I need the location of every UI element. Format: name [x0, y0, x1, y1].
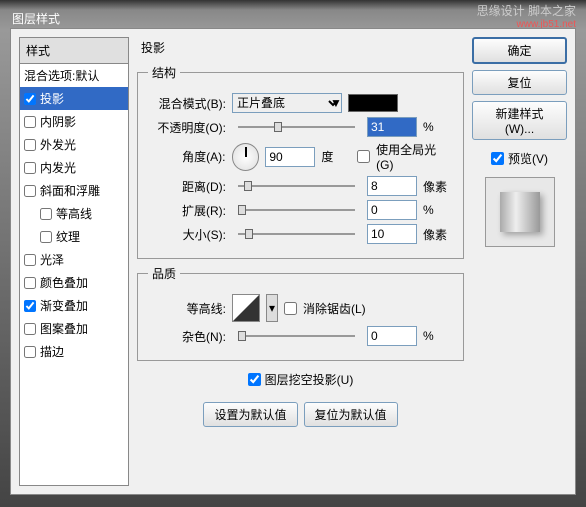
spread-slider[interactable] — [238, 209, 355, 211]
ok-button[interactable]: 确定 — [472, 37, 567, 64]
sidebar-item-label: 描边 — [40, 343, 64, 360]
sidebar-item-label: 光泽 — [40, 251, 64, 268]
sidebar-item-3[interactable]: 外发光 — [20, 133, 128, 156]
sidebar-item-5[interactable]: 斜面和浮雕 — [20, 179, 128, 202]
panel-title: 投影 — [137, 37, 464, 58]
sidebar-checkbox-11[interactable] — [24, 323, 36, 335]
size-slider[interactable] — [238, 233, 355, 235]
sidebar-item-4[interactable]: 内发光 — [20, 156, 128, 179]
sidebar-item-8[interactable]: 光泽 — [20, 248, 128, 271]
sidebar-item-label: 纹理 — [56, 228, 80, 245]
reset-button[interactable]: 复位 — [472, 70, 567, 95]
sidebar-checkbox-12[interactable] — [24, 346, 36, 358]
sidebar-item-label: 图案叠加 — [40, 320, 88, 337]
sidebar-item-label: 内阴影 — [40, 113, 76, 130]
opacity-label: 不透明度(O): — [148, 119, 226, 136]
preview-sample — [500, 192, 540, 232]
sidebar-item-6[interactable]: 等高线 — [20, 202, 128, 225]
angle-unit: 度 — [321, 148, 351, 165]
sidebar-item-label: 投影 — [40, 90, 64, 107]
preview-label: 预览(V) — [508, 150, 548, 167]
sidebar-item-11[interactable]: 图案叠加 — [20, 317, 128, 340]
preview-checkbox[interactable] — [491, 152, 504, 165]
sidebar-checkbox-7[interactable] — [40, 231, 52, 243]
quality-group: 品质 等高线: ▾ 消除锯齿(L) 杂色(N): % — [137, 265, 464, 361]
opacity-input[interactable] — [367, 117, 417, 137]
right-panel: 确定 复位 新建样式(W)... 预览(V) — [472, 37, 567, 486]
reset-default-button[interactable]: 复位为默认值 — [304, 402, 398, 427]
sidebar-item-7[interactable]: 纹理 — [20, 225, 128, 248]
size-unit: 像素 — [423, 226, 453, 243]
global-light-label: 使用全局光(G) — [376, 141, 453, 172]
noise-input[interactable] — [367, 326, 417, 346]
sidebar-item-label: 渐变叠加 — [40, 297, 88, 314]
sidebar-checkbox-6[interactable] — [40, 208, 52, 220]
distance-label: 距离(D): — [148, 178, 226, 195]
watermark: 思缘设计 脚本之家 www.jb51.net — [477, 2, 576, 30]
spread-unit: % — [423, 203, 453, 217]
sidebar-item-label: 混合选项:默认 — [24, 67, 99, 84]
quality-legend: 品质 — [148, 265, 180, 282]
main-panel: 投影 结构 混合模式(B): 正片叠底 ▼ 不透明度(O): % 角度(A): — [137, 37, 464, 486]
sidebar-item-10[interactable]: 渐变叠加 — [20, 294, 128, 317]
sidebar-item-12[interactable]: 描边 — [20, 340, 128, 363]
noise-unit: % — [423, 329, 453, 343]
contour-label: 等高线: — [148, 300, 226, 317]
preview-box — [485, 177, 555, 247]
blend-mode-select[interactable]: 正片叠底 — [232, 93, 342, 113]
structure-legend: 结构 — [148, 64, 180, 81]
distance-unit: 像素 — [423, 178, 453, 195]
blend-mode-label: 混合模式(B): — [148, 95, 226, 112]
angle-label: 角度(A): — [148, 148, 226, 165]
sidebar-item-label: 内发光 — [40, 159, 76, 176]
new-style-button[interactable]: 新建样式(W)... — [472, 101, 567, 140]
sidebar-header: 样式 — [20, 38, 128, 64]
knockout-checkbox[interactable] — [248, 373, 261, 386]
sidebar-checkbox-5[interactable] — [24, 185, 36, 197]
structure-group: 结构 混合模式(B): 正片叠底 ▼ 不透明度(O): % 角度(A): — [137, 64, 464, 259]
dialog-body: 样式 混合选项:默认投影内阴影外发光内发光斜面和浮雕等高线纹理光泽颜色叠加渐变叠… — [10, 28, 576, 495]
sidebar-checkbox-1[interactable] — [24, 93, 36, 105]
contour-swatch[interactable] — [232, 294, 260, 322]
sidebar-item-9[interactable]: 颜色叠加 — [20, 271, 128, 294]
contour-dropdown-icon[interactable]: ▾ — [266, 294, 278, 322]
noise-label: 杂色(N): — [148, 328, 226, 345]
angle-dial[interactable] — [232, 143, 260, 171]
opacity-slider[interactable] — [238, 126, 355, 128]
sidebar-checkbox-10[interactable] — [24, 300, 36, 312]
opacity-unit: % — [423, 120, 453, 134]
styles-sidebar: 样式 混合选项:默认投影内阴影外发光内发光斜面和浮雕等高线纹理光泽颜色叠加渐变叠… — [19, 37, 129, 486]
sidebar-item-0[interactable]: 混合选项:默认 — [20, 64, 128, 87]
sidebar-checkbox-2[interactable] — [24, 116, 36, 128]
antialias-label: 消除锯齿(L) — [303, 300, 366, 317]
distance-input[interactable] — [367, 176, 417, 196]
global-light-checkbox[interactable] — [357, 150, 370, 163]
spread-input[interactable] — [367, 200, 417, 220]
size-label: 大小(S): — [148, 226, 226, 243]
distance-slider[interactable] — [238, 185, 355, 187]
color-swatch[interactable] — [348, 94, 398, 112]
sidebar-item-label: 外发光 — [40, 136, 76, 153]
sidebar-checkbox-4[interactable] — [24, 162, 36, 174]
sidebar-item-2[interactable]: 内阴影 — [20, 110, 128, 133]
angle-input[interactable] — [265, 147, 315, 167]
sidebar-item-label: 等高线 — [56, 205, 92, 222]
sidebar-item-label: 斜面和浮雕 — [40, 182, 100, 199]
sidebar-item-1[interactable]: 投影 — [20, 87, 128, 110]
sidebar-item-label: 颜色叠加 — [40, 274, 88, 291]
spread-label: 扩展(R): — [148, 202, 226, 219]
knockout-label: 图层挖空投影(U) — [265, 371, 354, 388]
noise-slider[interactable] — [238, 335, 355, 337]
sidebar-checkbox-8[interactable] — [24, 254, 36, 266]
set-default-button[interactable]: 设置为默认值 — [203, 402, 297, 427]
size-input[interactable] — [367, 224, 417, 244]
sidebar-checkbox-9[interactable] — [24, 277, 36, 289]
antialias-checkbox[interactable] — [284, 302, 297, 315]
sidebar-checkbox-3[interactable] — [24, 139, 36, 151]
